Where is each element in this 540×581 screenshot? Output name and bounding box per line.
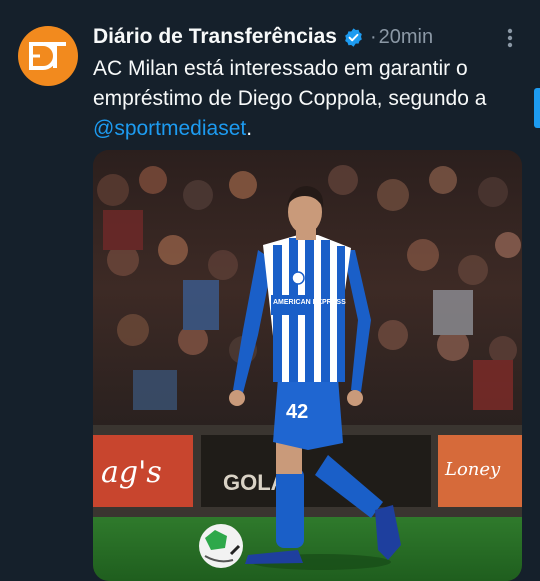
timestamp[interactable]: 20min — [379, 26, 433, 49]
tweet-text: AC Milan está interessado em garantir o … — [93, 54, 523, 144]
shirt-number: 42 — [286, 401, 308, 423]
verified-badge-icon — [345, 27, 362, 47]
tweet-text-end: . — [246, 117, 253, 140]
tweet-text-body: AC Milan está interessado em garantir o … — [93, 57, 487, 110]
mention-link[interactable]: @sportmediaset — [93, 117, 246, 140]
more-options-button[interactable] — [500, 26, 520, 50]
board-text-3: Loney — [444, 459, 501, 480]
dt-logo-icon — [29, 42, 66, 70]
avatar[interactable] — [18, 26, 78, 86]
scroll-indicator[interactable] — [534, 88, 540, 128]
more-options-icon — [507, 28, 513, 48]
football — [199, 524, 243, 568]
shirt-sponsor: AMERICAN EXPRESS — [273, 299, 346, 306]
account-name[interactable]: Diário de Transferências — [93, 25, 337, 49]
board-text-1: ag's — [101, 455, 162, 490]
pitch — [93, 517, 522, 581]
photo-illustration: ag's GOLA Loney 42 AMERICAN EXPRESS — [93, 150, 522, 581]
separator-dot: · — [369, 25, 377, 48]
tweet[interactable]: Diário de Transferências · 20min AC Mila… — [0, 0, 540, 581]
tweet-photo[interactable]: ag's GOLA Loney 42 AMERICAN EXPRESS — [93, 150, 522, 581]
tweet-header: Diário de Transferências · 20min — [93, 22, 520, 52]
